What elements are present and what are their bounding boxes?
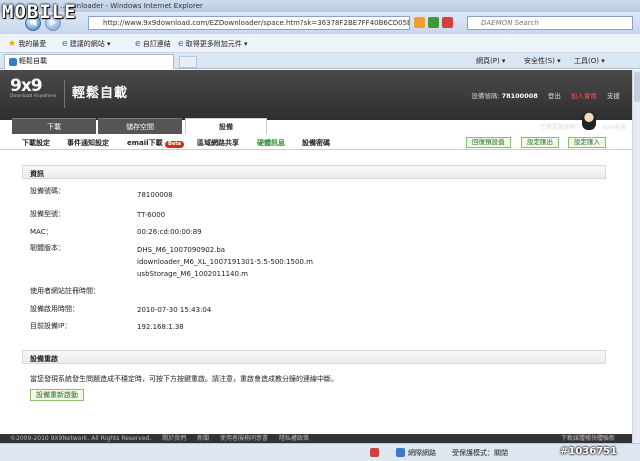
logo-subtext: Download Anywhere: [10, 94, 57, 99]
error-icon: [370, 448, 379, 457]
info-value: TT-6000: [137, 211, 166, 219]
main-nav: 下載 儲存空間 設備 您需要幫助嗎？ 9x9客服: [0, 112, 632, 134]
import-settings-button[interactable]: 設定匯入: [568, 137, 606, 148]
ie-icon: e: [62, 39, 68, 49]
address-input[interactable]: http://www.9x9download.com/EZDownloader/…: [88, 16, 410, 30]
beta-badge: Beta: [165, 141, 184, 148]
vertical-scrollbar[interactable]: [632, 70, 640, 443]
info-label: 目前設備IP：: [30, 322, 72, 330]
new-tab-button[interactable]: [179, 56, 197, 68]
protected-mode-text: 受保護模式：關閉: [452, 449, 508, 457]
get-addons-label: 取得更多附加元件 ▾: [185, 40, 248, 48]
tab-label: 輕鬆自載: [19, 57, 47, 65]
globe-icon: [396, 448, 405, 457]
info-label: 設備型號：: [30, 210, 65, 218]
footer-slogan: 下載媒體暢快體驗新: [560, 435, 615, 442]
help-link[interactable]: 您需要幫助嗎？: [540, 122, 582, 131]
info-value: 2010-07-30 15:43:04: [137, 306, 212, 314]
info-value: usbStorage_M6_1002011140.m: [137, 270, 248, 278]
custom-links-label: 自訂連結: [142, 40, 171, 48]
support-link[interactable]: 支援: [607, 92, 620, 100]
status-bar: 網際網路 受保護模式：關閉 #1036751: [0, 443, 640, 461]
tab-icon: [9, 58, 17, 66]
subnav-notification-settings[interactable]: 事件通知設定: [67, 138, 109, 148]
reset-section-header: 設備重啟: [22, 350, 606, 364]
ie-icon: e: [178, 39, 184, 49]
star-icon: ★: [8, 39, 17, 49]
subnav-device-password[interactable]: 設備密碼: [302, 138, 330, 148]
safety-menu[interactable]: 安全性(S) ▾: [524, 56, 561, 66]
site-header: 9x9 Download Anywhere 輕鬆自載 設備號碼: 78100008…: [0, 70, 632, 134]
subnav-email-download[interactable]: email下載 Beta: [127, 138, 184, 148]
subnav-hardware-info[interactable]: 硬體訊息: [257, 138, 285, 148]
reset-note: 當您發現系統發生問題造成不穩定時，可按下方按鍵重啟。請注意，重啟會造成教分鐘的連…: [30, 375, 338, 383]
favorites-bar: ★ 我的最愛 e 建議的網站 ▾ e 自訂連結 e 取得更多附加元件 ▾: [0, 34, 640, 53]
footer-link-terms[interactable]: 使用者服務同意書: [220, 435, 268, 442]
tab-row: 輕鬆自載 網頁(P) ▾ 安全性(S) ▾ 工具(O) ▾: [0, 53, 640, 69]
web-page: 9x9 Download Anywhere 輕鬆自載 設備號碼: 78100008…: [0, 70, 632, 443]
brand-title: 輕鬆自載: [72, 86, 129, 101]
get-addons-link[interactable]: e 取得更多附加元件 ▾: [178, 39, 248, 49]
avatar: [582, 112, 596, 130]
service-link[interactable]: 9x9客服: [603, 122, 626, 131]
refresh-icon[interactable]: [428, 17, 439, 28]
info-value: 00:26:cd:00:00:89: [137, 228, 202, 236]
logout-link[interactable]: 登出: [548, 92, 561, 100]
compat-icon[interactable]: [414, 17, 425, 28]
info-value: DHS_M6_1007090902.ba: [137, 246, 226, 254]
header-divider: [64, 80, 65, 108]
join-link[interactable]: 加入會員: [571, 92, 597, 100]
watermark-id: #1036751: [560, 446, 618, 457]
info-section-title: 資訊: [30, 170, 44, 178]
scrollbar-thumb[interactable]: [634, 72, 640, 102]
info-value: 192.168.1.38: [137, 323, 184, 331]
browser-window: MOBILE ...ownloader - Windows Internet E…: [0, 0, 640, 461]
watermark-logo: MOBILE: [2, 1, 77, 23]
suggested-sites-label: 建議的網站 ▾: [69, 40, 111, 48]
tab-storage[interactable]: 儲存空間: [98, 118, 182, 134]
info-label: 設備啟用時間：: [30, 305, 79, 313]
site-logo[interactable]: 9x9 Download Anywhere: [10, 76, 60, 112]
footer-link-about[interactable]: 關於我們: [162, 435, 186, 442]
header-links: 設備號碼: 78100008 登出 加入會員 支援: [463, 90, 620, 100]
info-label: 使用者網站註冊時間：: [30, 287, 100, 295]
site-footer: ©2009-2010 9X9Network. All Rights Reserv…: [0, 434, 632, 443]
suggested-sites-link[interactable]: e 建議的網站 ▾: [62, 39, 111, 49]
favorites-label: 我的最愛: [18, 40, 47, 48]
logo-text: 9x9: [10, 76, 43, 96]
footer-link-news[interactable]: 新聞: [197, 435, 209, 442]
page-menu[interactable]: 網頁(P) ▾: [476, 56, 505, 66]
subnav-lan-share[interactable]: 區域網路共享: [197, 138, 239, 148]
favorites-button[interactable]: ★ 我的最愛: [8, 39, 46, 49]
info-label: 韌體版本：: [30, 244, 65, 252]
stop-icon[interactable]: [442, 17, 453, 28]
info-value: idownloader_M6_XL_1007191301-5.5-500:150…: [137, 258, 313, 266]
custom-links-link[interactable]: e 自訂連結: [135, 39, 171, 49]
restore-defaults-button[interactable]: 回復預設值: [466, 137, 511, 148]
email-download-label: email下載: [127, 139, 163, 147]
info-label: 設備號碼：: [30, 187, 65, 195]
tab-download[interactable]: 下載: [12, 118, 96, 134]
subnav-download-settings[interactable]: 下載設定: [22, 138, 50, 148]
copyright: ©2009-2010 9X9Network. All Rights Reserv…: [10, 435, 152, 442]
info-section-header: 資訊: [22, 165, 606, 179]
settings-subnav: 下載設定 事件通知設定 email下載 Beta 區域網路共享 硬體訊息 設備密…: [0, 136, 632, 150]
reset-section-title: 設備重啟: [30, 355, 58, 363]
export-settings-button[interactable]: 設定匯出: [521, 137, 559, 148]
zone-text: 網際網路: [408, 449, 436, 457]
info-label: MAC：: [30, 228, 53, 236]
tools-menu[interactable]: 工具(O) ▾: [574, 56, 605, 66]
device-number: 78100008: [501, 92, 538, 100]
browser-tab[interactable]: 輕鬆自載: [4, 54, 174, 69]
footer-link-privacy[interactable]: 隱私權政策: [279, 435, 309, 442]
device-restart-button[interactable]: 設備重新啟動: [30, 389, 84, 401]
tab-device[interactable]: 設備: [185, 118, 267, 134]
info-value: 78100008: [137, 191, 173, 199]
search-input[interactable]: DAEMON Search: [467, 16, 633, 30]
ie-icon: e: [135, 39, 141, 49]
device-number-label: 設備號碼:: [471, 92, 500, 100]
